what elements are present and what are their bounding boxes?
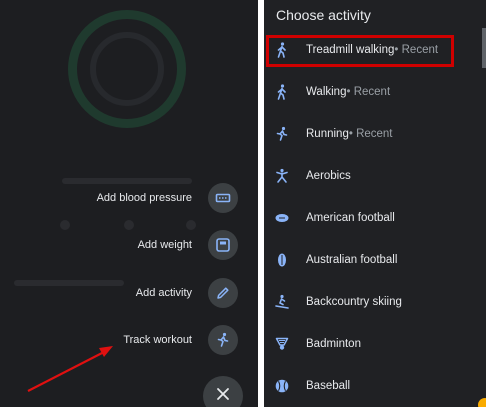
scale-icon[interactable] — [208, 230, 238, 260]
close-icon — [216, 387, 230, 406]
australian-football-icon — [272, 250, 292, 270]
activity-item-aerobics[interactable]: Aerobics — [264, 155, 482, 197]
quick-actions-panel: Add blood pressure Add weight Add activi… — [0, 0, 258, 407]
scrollbar[interactable] — [482, 28, 486, 68]
activity-item-australian-football[interactable]: Australian football — [264, 239, 482, 281]
activity-name: Backcountry skiing — [306, 296, 402, 308]
activity-item-running[interactable]: Running • Recent — [264, 113, 482, 155]
activity-name: American football — [306, 212, 395, 224]
activity-name: Baseball — [306, 380, 351, 392]
runner-icon[interactable] — [208, 325, 238, 355]
track-workout-label: Track workout — [123, 334, 192, 346]
walking-icon — [272, 82, 292, 102]
blood-pressure-icon[interactable] — [208, 183, 238, 213]
choose-activity-sheet: Choose activity Treadmill walking • Rece… — [264, 0, 486, 407]
add-blood-pressure-label: Add blood pressure — [96, 192, 192, 204]
close-button[interactable] — [203, 376, 243, 407]
track-workout-action[interactable]: Track workout — [123, 325, 238, 355]
activity-name: Australian football — [306, 254, 398, 266]
baseball-icon — [272, 376, 292, 396]
activity-item-badminton[interactable]: Badminton — [264, 323, 482, 365]
activity-name: Walking — [306, 86, 347, 98]
activity-name: Badminton — [306, 338, 361, 350]
pencil-icon[interactable] — [208, 278, 238, 308]
activity-item-backcountry-skiing[interactable]: Backcountry skiing — [264, 281, 482, 323]
add-weight-action[interactable]: Add weight — [138, 230, 238, 260]
recent-tag: • Recent — [348, 128, 393, 140]
add-activity-label: Add activity — [135, 287, 192, 299]
annotation-highlight-box — [266, 35, 454, 67]
background-bar — [14, 280, 124, 286]
activity-item-walking[interactable]: Walking • Recent — [264, 71, 482, 113]
corner-badge — [478, 398, 486, 407]
running-icon — [272, 124, 292, 144]
activity-name: Running — [306, 128, 349, 140]
recent-tag: • Recent — [346, 86, 391, 98]
add-blood-pressure-action[interactable]: Add blood pressure — [97, 183, 238, 213]
activity-name: Aerobics — [306, 170, 351, 182]
background-dot — [60, 220, 70, 230]
background-dot — [124, 220, 134, 230]
skiing-icon — [272, 292, 292, 312]
aerobics-icon — [272, 166, 292, 186]
background-ring-inner — [90, 32, 164, 106]
add-activity-action[interactable]: Add activity — [136, 278, 238, 308]
badminton-icon — [272, 334, 292, 354]
activity-item-baseball[interactable]: Baseball — [264, 365, 482, 407]
background-dot — [186, 220, 196, 230]
american-football-icon — [272, 208, 292, 228]
add-weight-label: Add weight — [137, 239, 192, 251]
activity-item-american-football[interactable]: American football — [264, 197, 482, 239]
sheet-title: Choose activity — [276, 7, 371, 23]
